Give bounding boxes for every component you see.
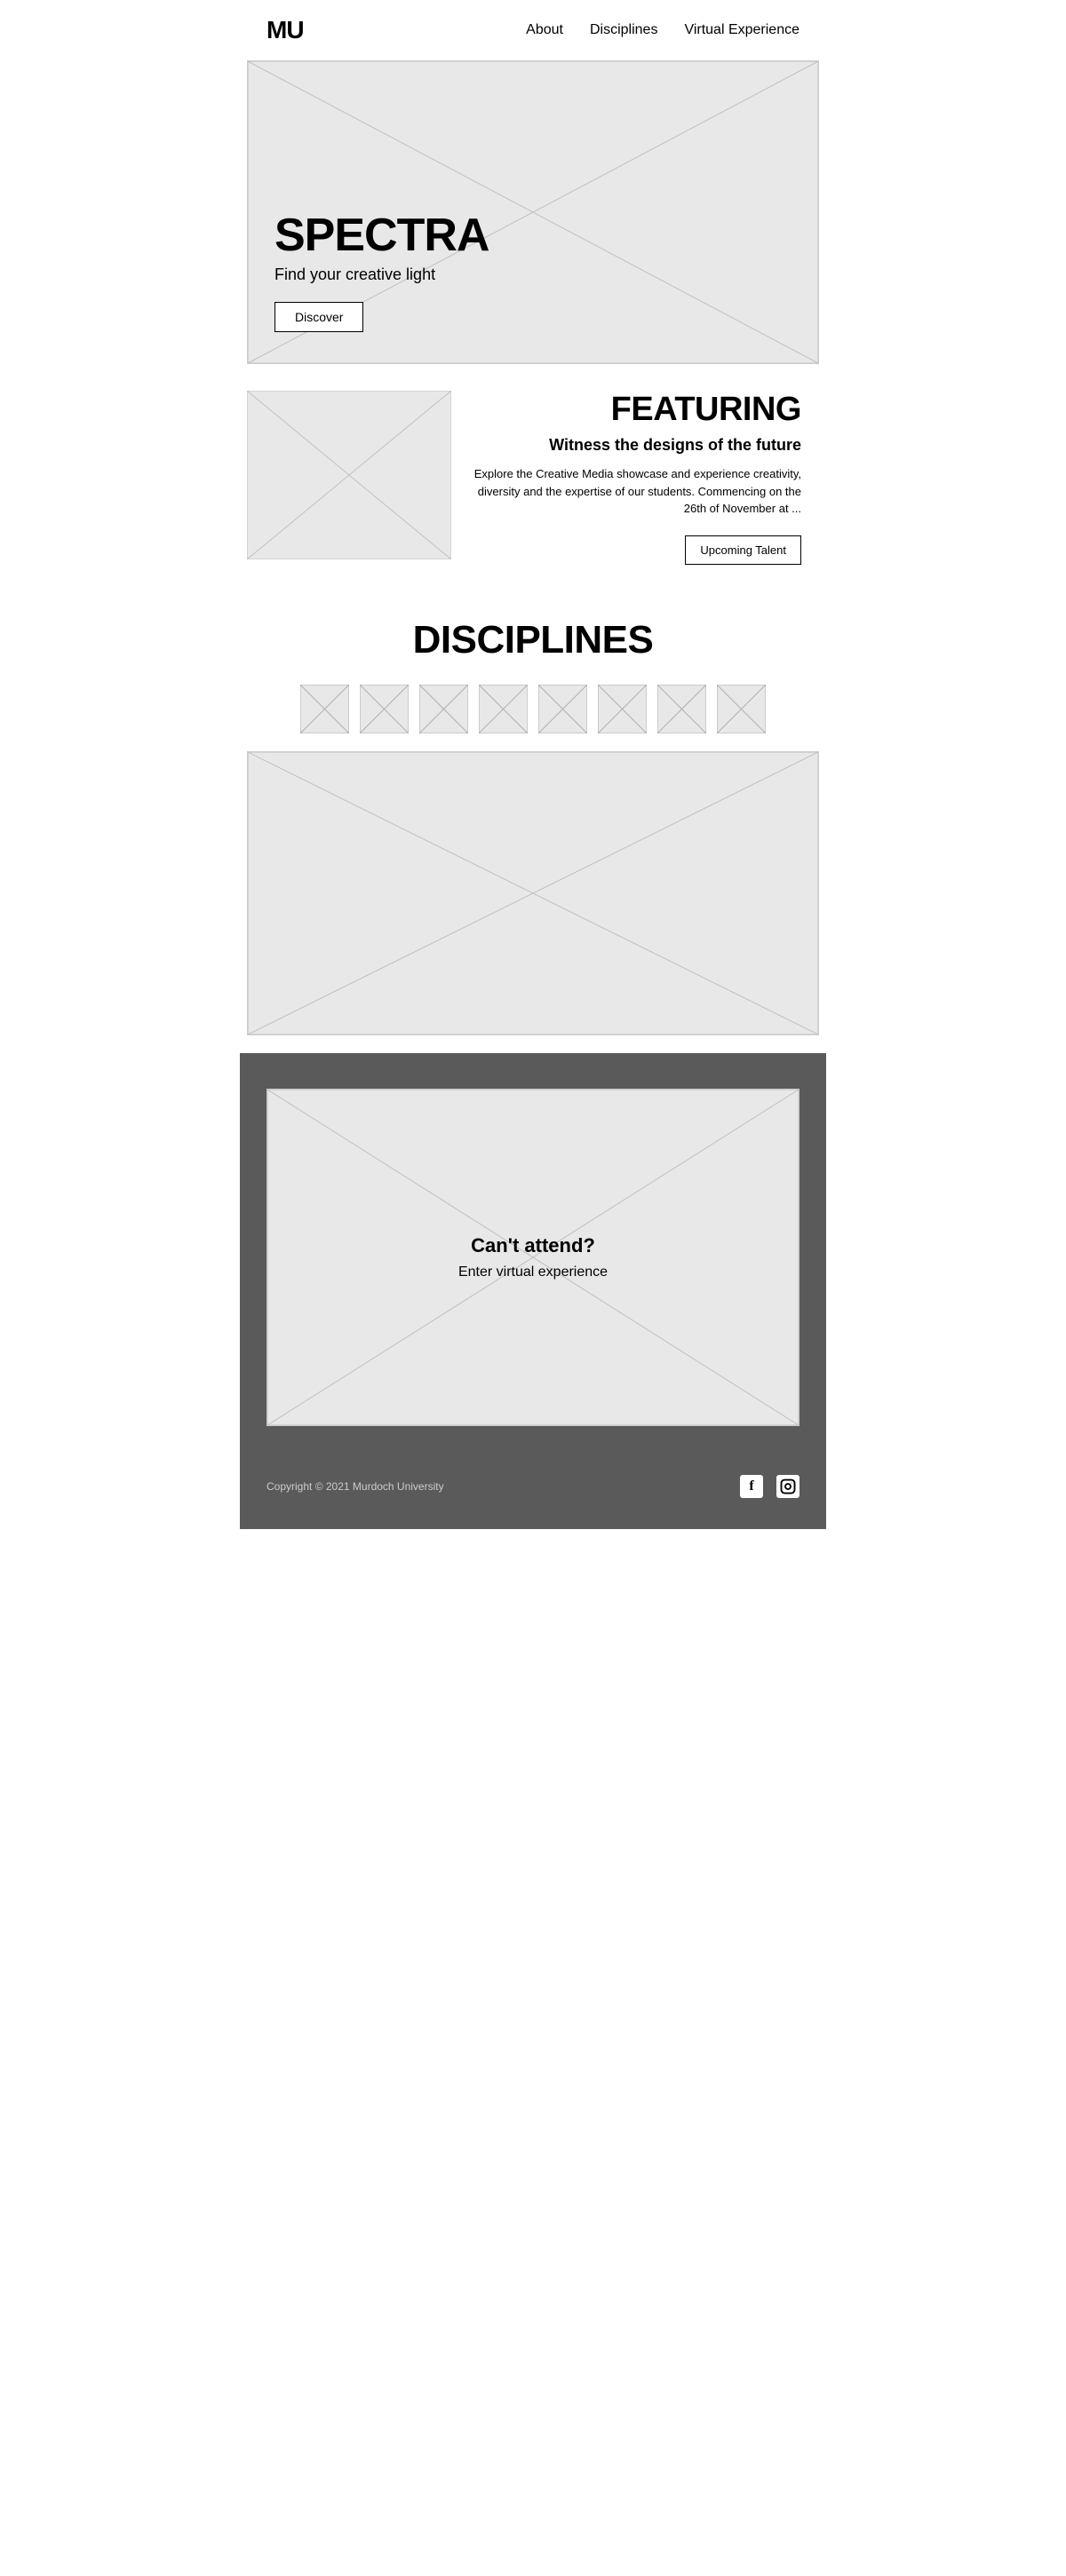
copyright-text: Copyright © 2021 Murdoch University <box>266 1480 444 1493</box>
instagram-icon[interactable] <box>776 1475 800 1498</box>
featuring-wireframe-lines <box>247 391 451 559</box>
featuring-subtitle: Witness the designs of the future <box>473 436 801 455</box>
nav-logo[interactable]: MU <box>266 16 304 44</box>
discipline-icon-4[interactable] <box>479 685 528 733</box>
navigation: MU About Disciplines Virtual Experience <box>240 0 826 60</box>
featuring-image <box>247 391 451 559</box>
discover-button[interactable]: Discover <box>274 302 363 332</box>
cant-attend-title: Can't attend? <box>471 1234 595 1257</box>
social-links: f <box>740 1475 800 1498</box>
discipline-icon-6[interactable] <box>598 685 647 733</box>
discipline-icon-5[interactable] <box>538 685 587 733</box>
hero-subtitle: Find your creative light <box>274 266 792 284</box>
discipline-icon-3[interactable] <box>419 685 468 733</box>
discipline-icon-7[interactable] <box>657 685 706 733</box>
nav-links: About Disciplines Virtual Experience <box>526 22 800 38</box>
hero-title: SPECTRA <box>274 212 792 258</box>
disciplines-icons <box>247 685 819 733</box>
footer-section: Can't attend? Enter virtual experience C… <box>240 1053 826 1529</box>
featuring-section: FEATURING Witness the designs of the fut… <box>240 364 826 591</box>
discipline-icon-8[interactable] <box>717 685 766 733</box>
virtual-subtitle: Enter virtual experience <box>458 1264 608 1280</box>
disciplines-section: DISCIPLINES <box>240 591 826 1053</box>
featuring-title: FEATURING <box>473 391 801 429</box>
virtual-experience-box[interactable]: Can't attend? Enter virtual experience <box>266 1089 800 1426</box>
featuring-content: FEATURING Witness the designs of the fut… <box>451 391 819 565</box>
footer-bottom: Copyright © 2021 Murdoch University f <box>258 1462 808 1502</box>
hero-section: SPECTRA Find your creative light Discove… <box>247 60 819 364</box>
facebook-icon[interactable]: f <box>740 1475 763 1498</box>
nav-link-about[interactable]: About <box>526 22 563 38</box>
discipline-icon-1[interactable] <box>300 685 349 733</box>
discipline-icon-2[interactable] <box>360 685 409 733</box>
featuring-body: Explore the Creative Media showcase and … <box>473 465 801 518</box>
disciplines-title: DISCIPLINES <box>247 618 819 662</box>
nav-link-virtual-experience[interactable]: Virtual Experience <box>684 22 800 38</box>
nav-link-disciplines[interactable]: Disciplines <box>590 22 657 38</box>
disciplines-large-image <box>247 751 819 1035</box>
upcoming-talent-button[interactable]: Upcoming Talent <box>685 535 801 565</box>
